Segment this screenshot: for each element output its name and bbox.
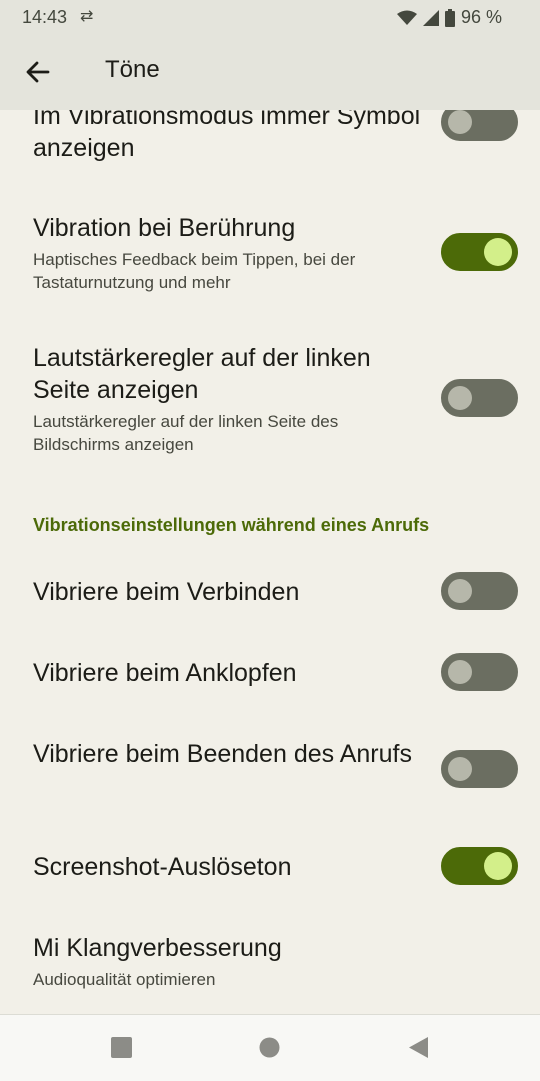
vibration-symbol-switch[interactable] xyxy=(441,110,518,141)
recents-icon[interactable] xyxy=(111,1037,132,1058)
setting-vibrate-end[interactable]: Vibriere beim Beenden des Anrufs xyxy=(0,736,540,806)
setting-volume-left[interactable]: Lautstärkeregler auf der linken Seite an… xyxy=(0,342,540,472)
vibrate-connect-switch[interactable] xyxy=(441,572,518,610)
touch-vibration-switch[interactable] xyxy=(441,233,518,271)
battery-icon xyxy=(444,8,455,27)
setting-screenshot-sound[interactable]: Screenshot-Auslöseton xyxy=(0,847,540,889)
arrow-back-icon xyxy=(26,61,50,83)
vibrate-waiting-switch[interactable] xyxy=(441,653,518,691)
wifi-icon xyxy=(396,10,417,25)
switch-thumb xyxy=(484,238,512,266)
home-icon[interactable] xyxy=(259,1037,280,1058)
status-time: 14:43 xyxy=(22,7,68,27)
switch-thumb xyxy=(448,386,472,410)
screenshot-sound-switch[interactable] xyxy=(441,847,518,885)
settings-list[interactable]: Im Vibrationsmodus immer Symbol anzeigen… xyxy=(0,110,540,1014)
setting-summary: Audioqualität optimieren xyxy=(33,970,216,989)
setting-vibrate-connect[interactable]: Vibriere beim Verbinden xyxy=(0,572,540,614)
volume-left-switch[interactable] xyxy=(441,379,518,417)
app-bar: Töne xyxy=(0,34,540,110)
setting-vibrate-waiting[interactable]: Vibriere beim Anklopfen xyxy=(0,653,540,695)
setting-title: Screenshot-Auslöseton xyxy=(33,853,292,881)
signal-icon xyxy=(422,9,439,26)
section-header: Vibrationseinstellungen während eines An… xyxy=(33,515,430,535)
setting-title: Vibriere beim Verbinden xyxy=(33,578,300,606)
switch-thumb xyxy=(448,757,472,781)
switch-thumb xyxy=(448,660,472,684)
setting-title: Mi Klangverbesserung xyxy=(33,934,282,962)
setting-vibration-symbol[interactable]: Im Vibrationsmodus immer Symbol anzeigen xyxy=(0,110,540,186)
switch-thumb xyxy=(484,852,512,880)
switch-thumb xyxy=(448,110,472,134)
switch-thumb xyxy=(448,579,472,603)
setting-mi-sound[interactable]: Mi Klangverbesserung Audioqualität optim… xyxy=(0,930,540,1000)
back-button[interactable] xyxy=(22,56,54,88)
status-icons: 96 % xyxy=(396,7,502,28)
setting-title: Vibration bei Berührung xyxy=(33,214,296,242)
status-bar: 14:43 ⇄ 96 % xyxy=(0,0,540,34)
back-nav-icon[interactable] xyxy=(408,1037,429,1058)
page-title: Töne xyxy=(105,56,160,83)
setting-summary: Lautstärkeregler auf der linken Seite de… xyxy=(33,412,339,454)
setting-touch-vibration[interactable]: Vibration bei Berührung Haptisches Feedb… xyxy=(0,210,540,310)
navigation-bar xyxy=(0,1014,540,1081)
data-transfer-icon: ⇄ xyxy=(80,8,94,25)
setting-summary: Haptisches Feedback beim Tippen, bei der… xyxy=(33,250,356,292)
vibrate-end-switch[interactable] xyxy=(441,750,518,788)
setting-title: Lautstärkeregler auf der linken Seite an… xyxy=(33,344,371,404)
setting-title: Vibriere beim Anklopfen xyxy=(33,659,297,687)
battery-level: 96 % xyxy=(460,7,502,27)
setting-title: Im Vibrationsmodus immer Symbol anzeigen xyxy=(33,110,421,162)
setting-title: Vibriere beim Beenden des Anrufs xyxy=(33,740,412,768)
